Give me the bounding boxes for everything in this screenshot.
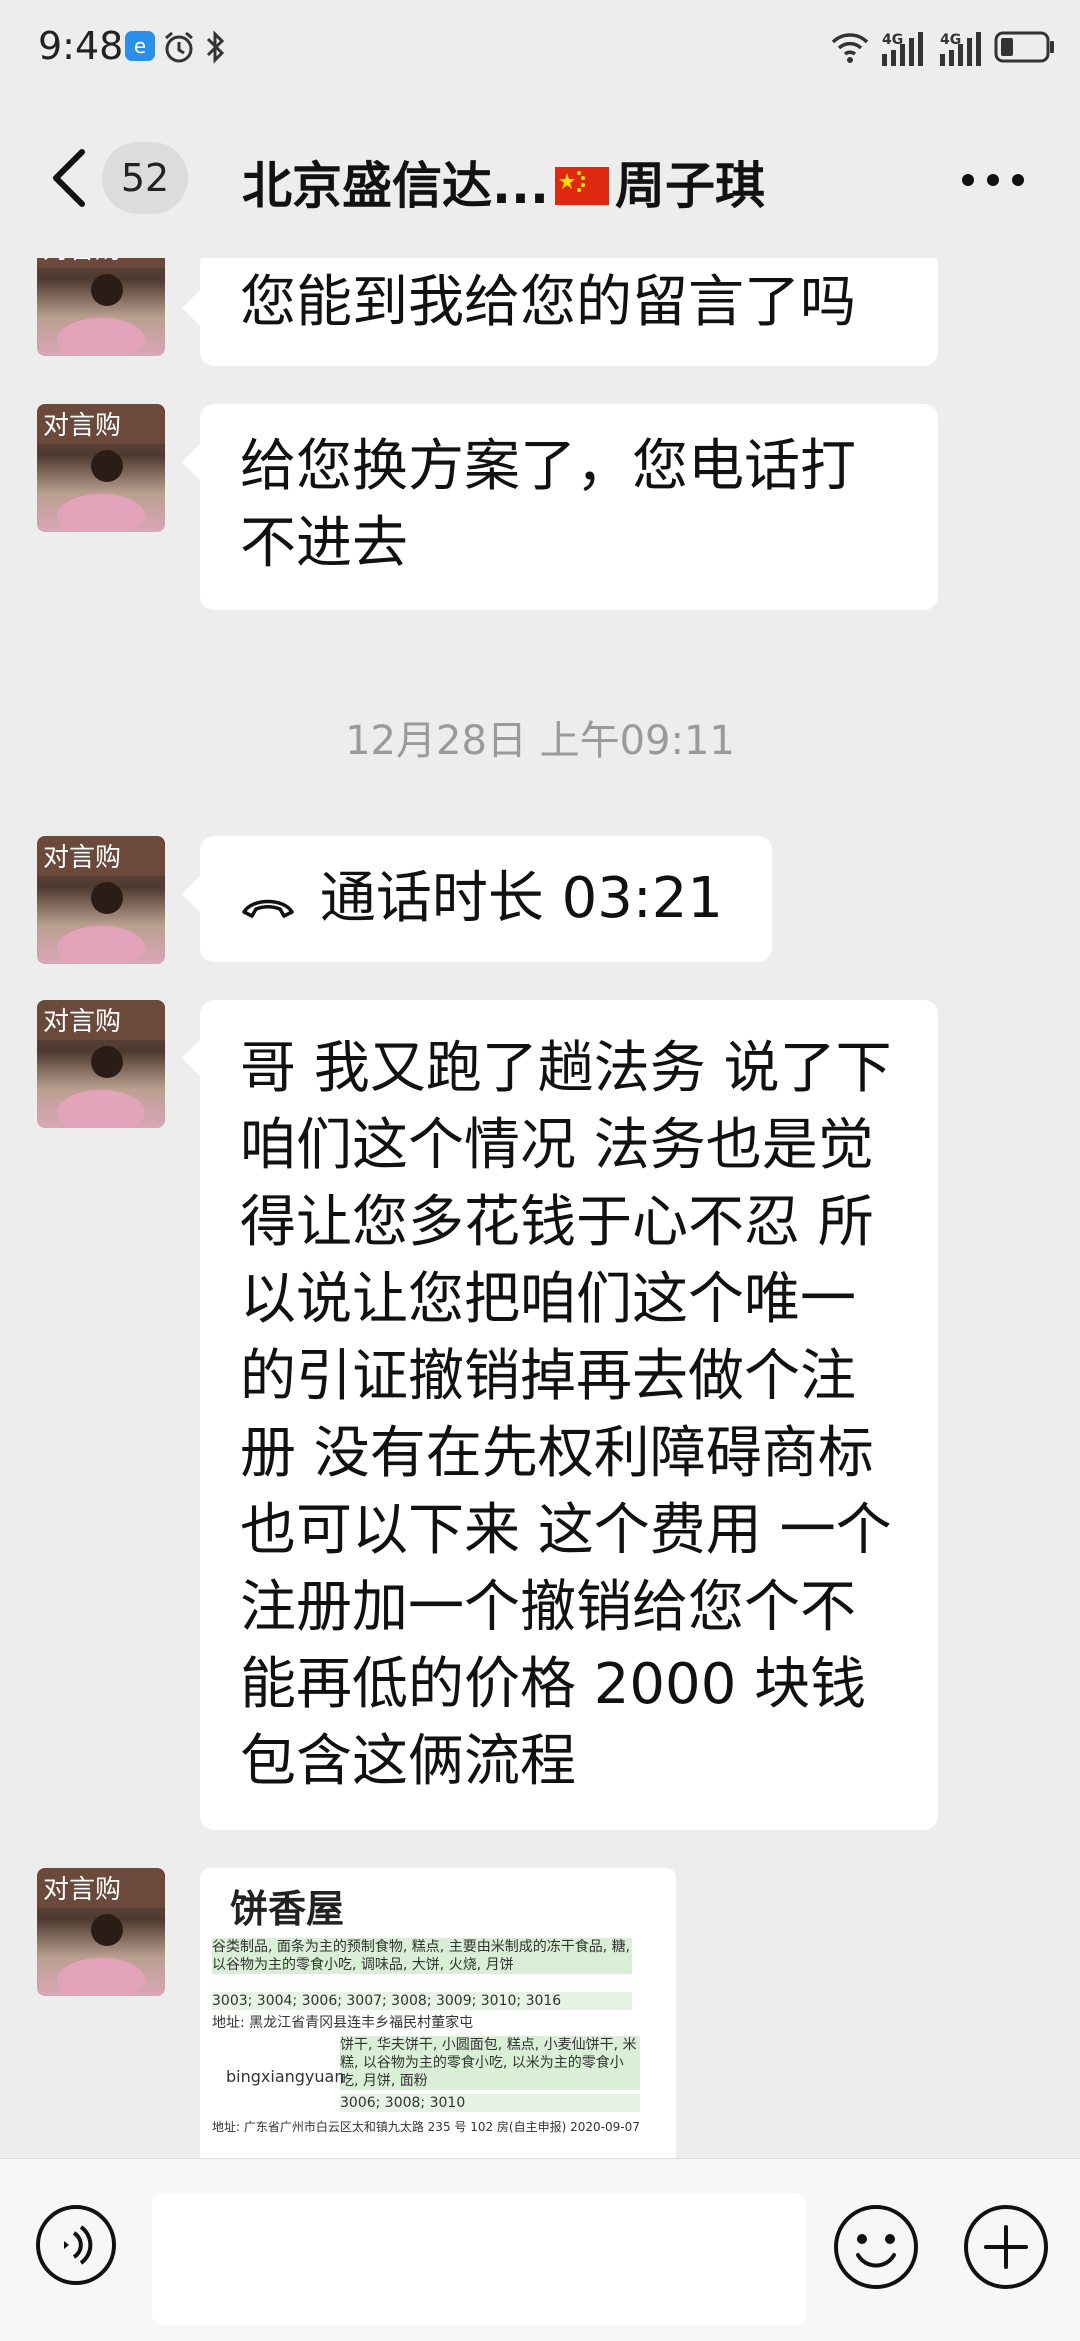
message-bubble[interactable]: 哥 我又跑了趟法务 说了下 咱们这个情况 法务也是觉 得让您多花钱于心不忍 所 … xyxy=(182,1000,938,1830)
message-line: 的引证撤销掉再去做个注 xyxy=(240,1344,856,1409)
message-line: 也可以下来 这个费用 一个 xyxy=(240,1498,892,1563)
message-line: 以说让您把咱们这个唯一 xyxy=(240,1267,856,1332)
status-bar: 9:48 e 4G 4G xyxy=(0,0,1080,100)
phone-hangup-icon xyxy=(240,863,302,940)
message-line: 注册加一个撤销给您个不 xyxy=(240,1575,856,1640)
contact-avatar[interactable]: 对言购 xyxy=(37,1000,165,1128)
message-timestamp: 12月28日 上午09:11 xyxy=(345,718,735,764)
image-text-line: 3003; 3004; 3006; 3007; 3008; 3009; 3010… xyxy=(212,1992,632,2010)
message-line: 咱们这个情况 法务也是觉 xyxy=(240,1113,874,1178)
chat-title-org: 北京盛信达... xyxy=(242,157,549,215)
image-message[interactable]: 饼香屋 谷类制品, 面条为主的预制食物, 糕点, 主要由米制成的冻干食品, 糖,… xyxy=(200,1868,676,2158)
input-bar xyxy=(0,2158,1080,2341)
battery-icon xyxy=(994,30,1056,68)
alarm-icon xyxy=(162,30,196,68)
message-bubble[interactable]: 给您换方案了，您电话打 不进去 xyxy=(182,404,938,610)
signal-icon-1: 4G xyxy=(880,30,936,72)
message-input[interactable] xyxy=(152,2193,806,2325)
svg-text:对言购: 对言购 xyxy=(43,1007,121,1037)
voice-input-button[interactable] xyxy=(34,2203,118,2287)
message-line: 能再低的价格 2000 块钱 xyxy=(240,1652,867,1717)
message-bubble[interactable]: 您能到我给您的留言了吗 xyxy=(182,258,938,366)
chat-title-name: 周子琪 xyxy=(614,157,765,215)
china-flag-icon xyxy=(554,167,609,205)
contact-avatar[interactable]: 对言购 xyxy=(37,1868,165,1996)
svg-text:对言购: 对言购 xyxy=(43,1875,121,1905)
image-text-line: 饼干, 华夫饼干, 小圆面包, 糕点, 小麦仙饼干, 米糕, 以谷物为主的零食小… xyxy=(340,2036,640,2090)
call-duration-text: 通话时长 03:21 xyxy=(319,866,723,931)
svg-text:对言购: 对言购 xyxy=(43,411,121,441)
message-line: 册 没有在先权利障碍商标 xyxy=(240,1421,874,1486)
image-logo-text: 饼香屋 xyxy=(230,1887,345,1931)
message-line: 不进去 xyxy=(240,511,408,576)
message-line: 得让您多花钱于心不忍 所 xyxy=(240,1190,874,1255)
svg-text:对言购: 对言购 xyxy=(43,843,121,873)
app-notification-icon: e xyxy=(124,30,156,66)
voice-icon xyxy=(36,2205,116,2285)
contact-avatar[interactable]: 对言购 xyxy=(37,258,165,356)
chat-message-list[interactable]: 对言购 您能到我给您的留言了吗 对言购 给您换方案了，您电话打 不进去 12月2… xyxy=(0,258,1080,2158)
chevron-left-icon xyxy=(53,149,85,207)
message-line: 哥 我又跑了趟法务 说了下 xyxy=(240,1036,892,1101)
smile-icon xyxy=(834,2205,918,2289)
status-time: 9:48 xyxy=(38,24,124,68)
image-text-line: 地址: 黑龙江省青冈县连丰乡福民村董家屯 xyxy=(212,2015,474,2031)
bluetooth-icon xyxy=(204,30,228,68)
image-text-line: 地址: 广东省广州市白云区太和镇九太路 235 号 102 房(自主申报) 20… xyxy=(212,2120,640,2134)
wifi-icon xyxy=(830,30,870,68)
contact-avatar[interactable]: 对言购 xyxy=(37,836,165,964)
back-button[interactable] xyxy=(44,138,94,218)
image-text-line: 3006; 3008; 3010 xyxy=(340,2094,640,2112)
message-line: 包含这俩流程 xyxy=(240,1729,576,1794)
svg-text:对言购: 对言购 xyxy=(43,258,121,265)
chat-header: 52 北京盛信达... 周子琪 xyxy=(0,100,1080,260)
plus-icon xyxy=(964,2205,1048,2289)
message-line: 给您换方案了，您电话打 xyxy=(240,434,856,499)
chat-title[interactable]: 北京盛信达... 周子琪 xyxy=(242,146,765,218)
image-brand-text: bingxiangyuan xyxy=(226,2067,345,2086)
call-record-bubble[interactable]: 通话时长 03:21 xyxy=(182,836,772,962)
signal-icon-2: 4G xyxy=(938,30,994,72)
svg-text:e: e xyxy=(134,34,146,58)
more-dots-icon xyxy=(962,174,1024,186)
more-options-button[interactable] xyxy=(958,160,1028,200)
unread-badge[interactable]: 52 xyxy=(102,142,188,214)
message-text: 您能到我给您的留言了吗 xyxy=(240,270,856,335)
more-functions-button[interactable] xyxy=(962,2203,1050,2291)
image-text-line: 谷类制品, 面条为主的预制食物, 糕点, 主要由米制成的冻干食品, 糖, 以谷物… xyxy=(212,1938,632,1974)
contact-avatar[interactable]: 对言购 xyxy=(37,404,165,532)
emoji-button[interactable] xyxy=(832,2203,920,2291)
